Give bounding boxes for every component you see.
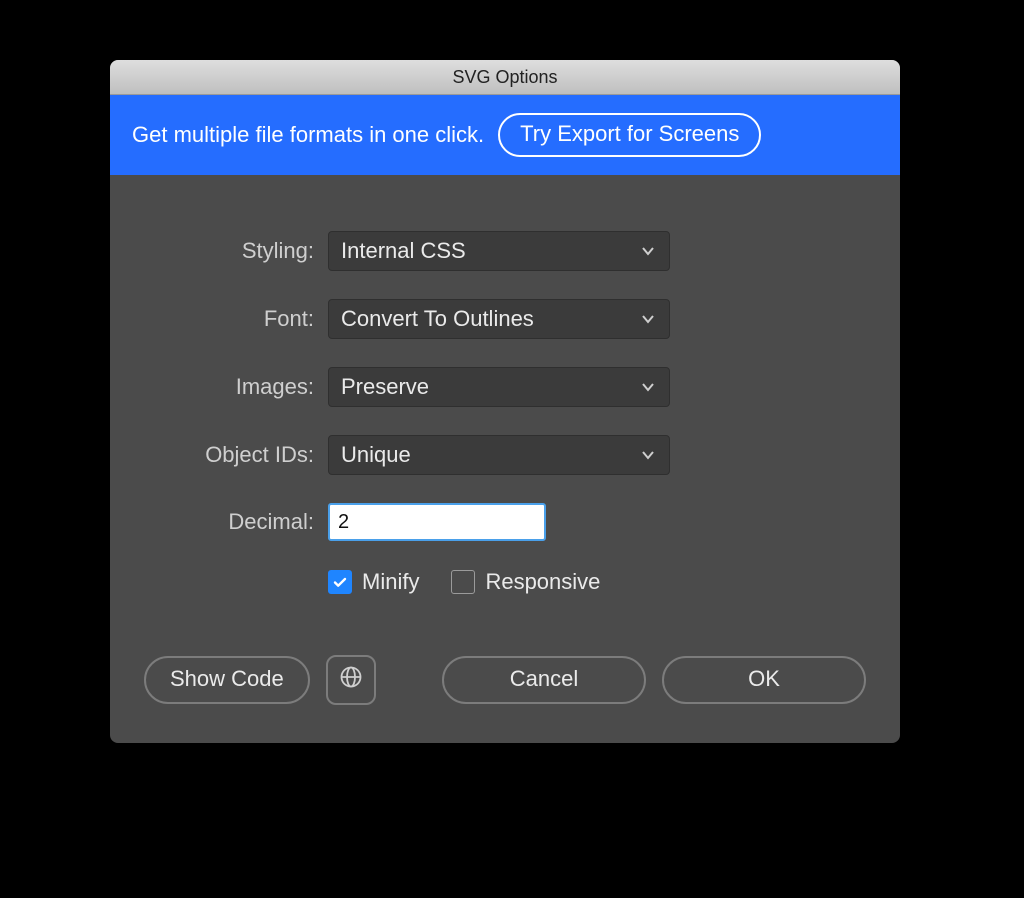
dialog-title: SVG Options: [452, 67, 557, 88]
chevron-down-icon: [641, 380, 655, 394]
styling-value: Internal CSS: [341, 238, 466, 264]
globe-icon: [339, 665, 363, 695]
images-value: Preserve: [341, 374, 429, 400]
decimal-row: Decimal:: [144, 503, 866, 541]
object-ids-row: Object IDs: Unique: [144, 435, 866, 475]
font-label: Font:: [144, 306, 314, 332]
images-select[interactable]: Preserve: [328, 367, 670, 407]
globe-button[interactable]: [326, 655, 376, 705]
checkbox-icon: [451, 570, 475, 594]
styling-label: Styling:: [144, 238, 314, 264]
dialog-titlebar: SVG Options: [110, 60, 900, 95]
checkbox-icon: [328, 570, 352, 594]
try-export-for-screens-button[interactable]: Try Export for Screens: [498, 113, 761, 157]
promo-text: Get multiple file formats in one click.: [132, 122, 484, 148]
font-value: Convert To Outlines: [341, 306, 534, 332]
styling-select[interactable]: Internal CSS: [328, 231, 670, 271]
show-code-button[interactable]: Show Code: [144, 656, 310, 704]
styling-row: Styling: Internal CSS: [144, 231, 866, 271]
svg-options-dialog: SVG Options Get multiple file formats in…: [110, 60, 900, 743]
font-row: Font: Convert To Outlines: [144, 299, 866, 339]
dialog-footer: Show Code Cancel OK: [144, 655, 866, 705]
responsive-label: Responsive: [485, 569, 600, 595]
chevron-down-icon: [641, 448, 655, 462]
minify-label: Minify: [362, 569, 419, 595]
promo-banner: Get multiple file formats in one click. …: [110, 95, 900, 175]
chevron-down-icon: [641, 312, 655, 326]
checkbox-row: Minify Responsive: [328, 569, 866, 595]
minify-checkbox[interactable]: Minify: [328, 569, 419, 595]
object-ids-label: Object IDs:: [144, 442, 314, 468]
images-label: Images:: [144, 374, 314, 400]
object-ids-select[interactable]: Unique: [328, 435, 670, 475]
object-ids-value: Unique: [341, 442, 411, 468]
images-row: Images: Preserve: [144, 367, 866, 407]
chevron-down-icon: [641, 244, 655, 258]
font-select[interactable]: Convert To Outlines: [328, 299, 670, 339]
decimal-label: Decimal:: [144, 509, 314, 535]
dialog-body: Styling: Internal CSS Font: Convert To O…: [110, 175, 900, 743]
responsive-checkbox[interactable]: Responsive: [451, 569, 600, 595]
decimal-input[interactable]: [328, 503, 546, 541]
cancel-button[interactable]: Cancel: [442, 656, 646, 704]
ok-button[interactable]: OK: [662, 656, 866, 704]
